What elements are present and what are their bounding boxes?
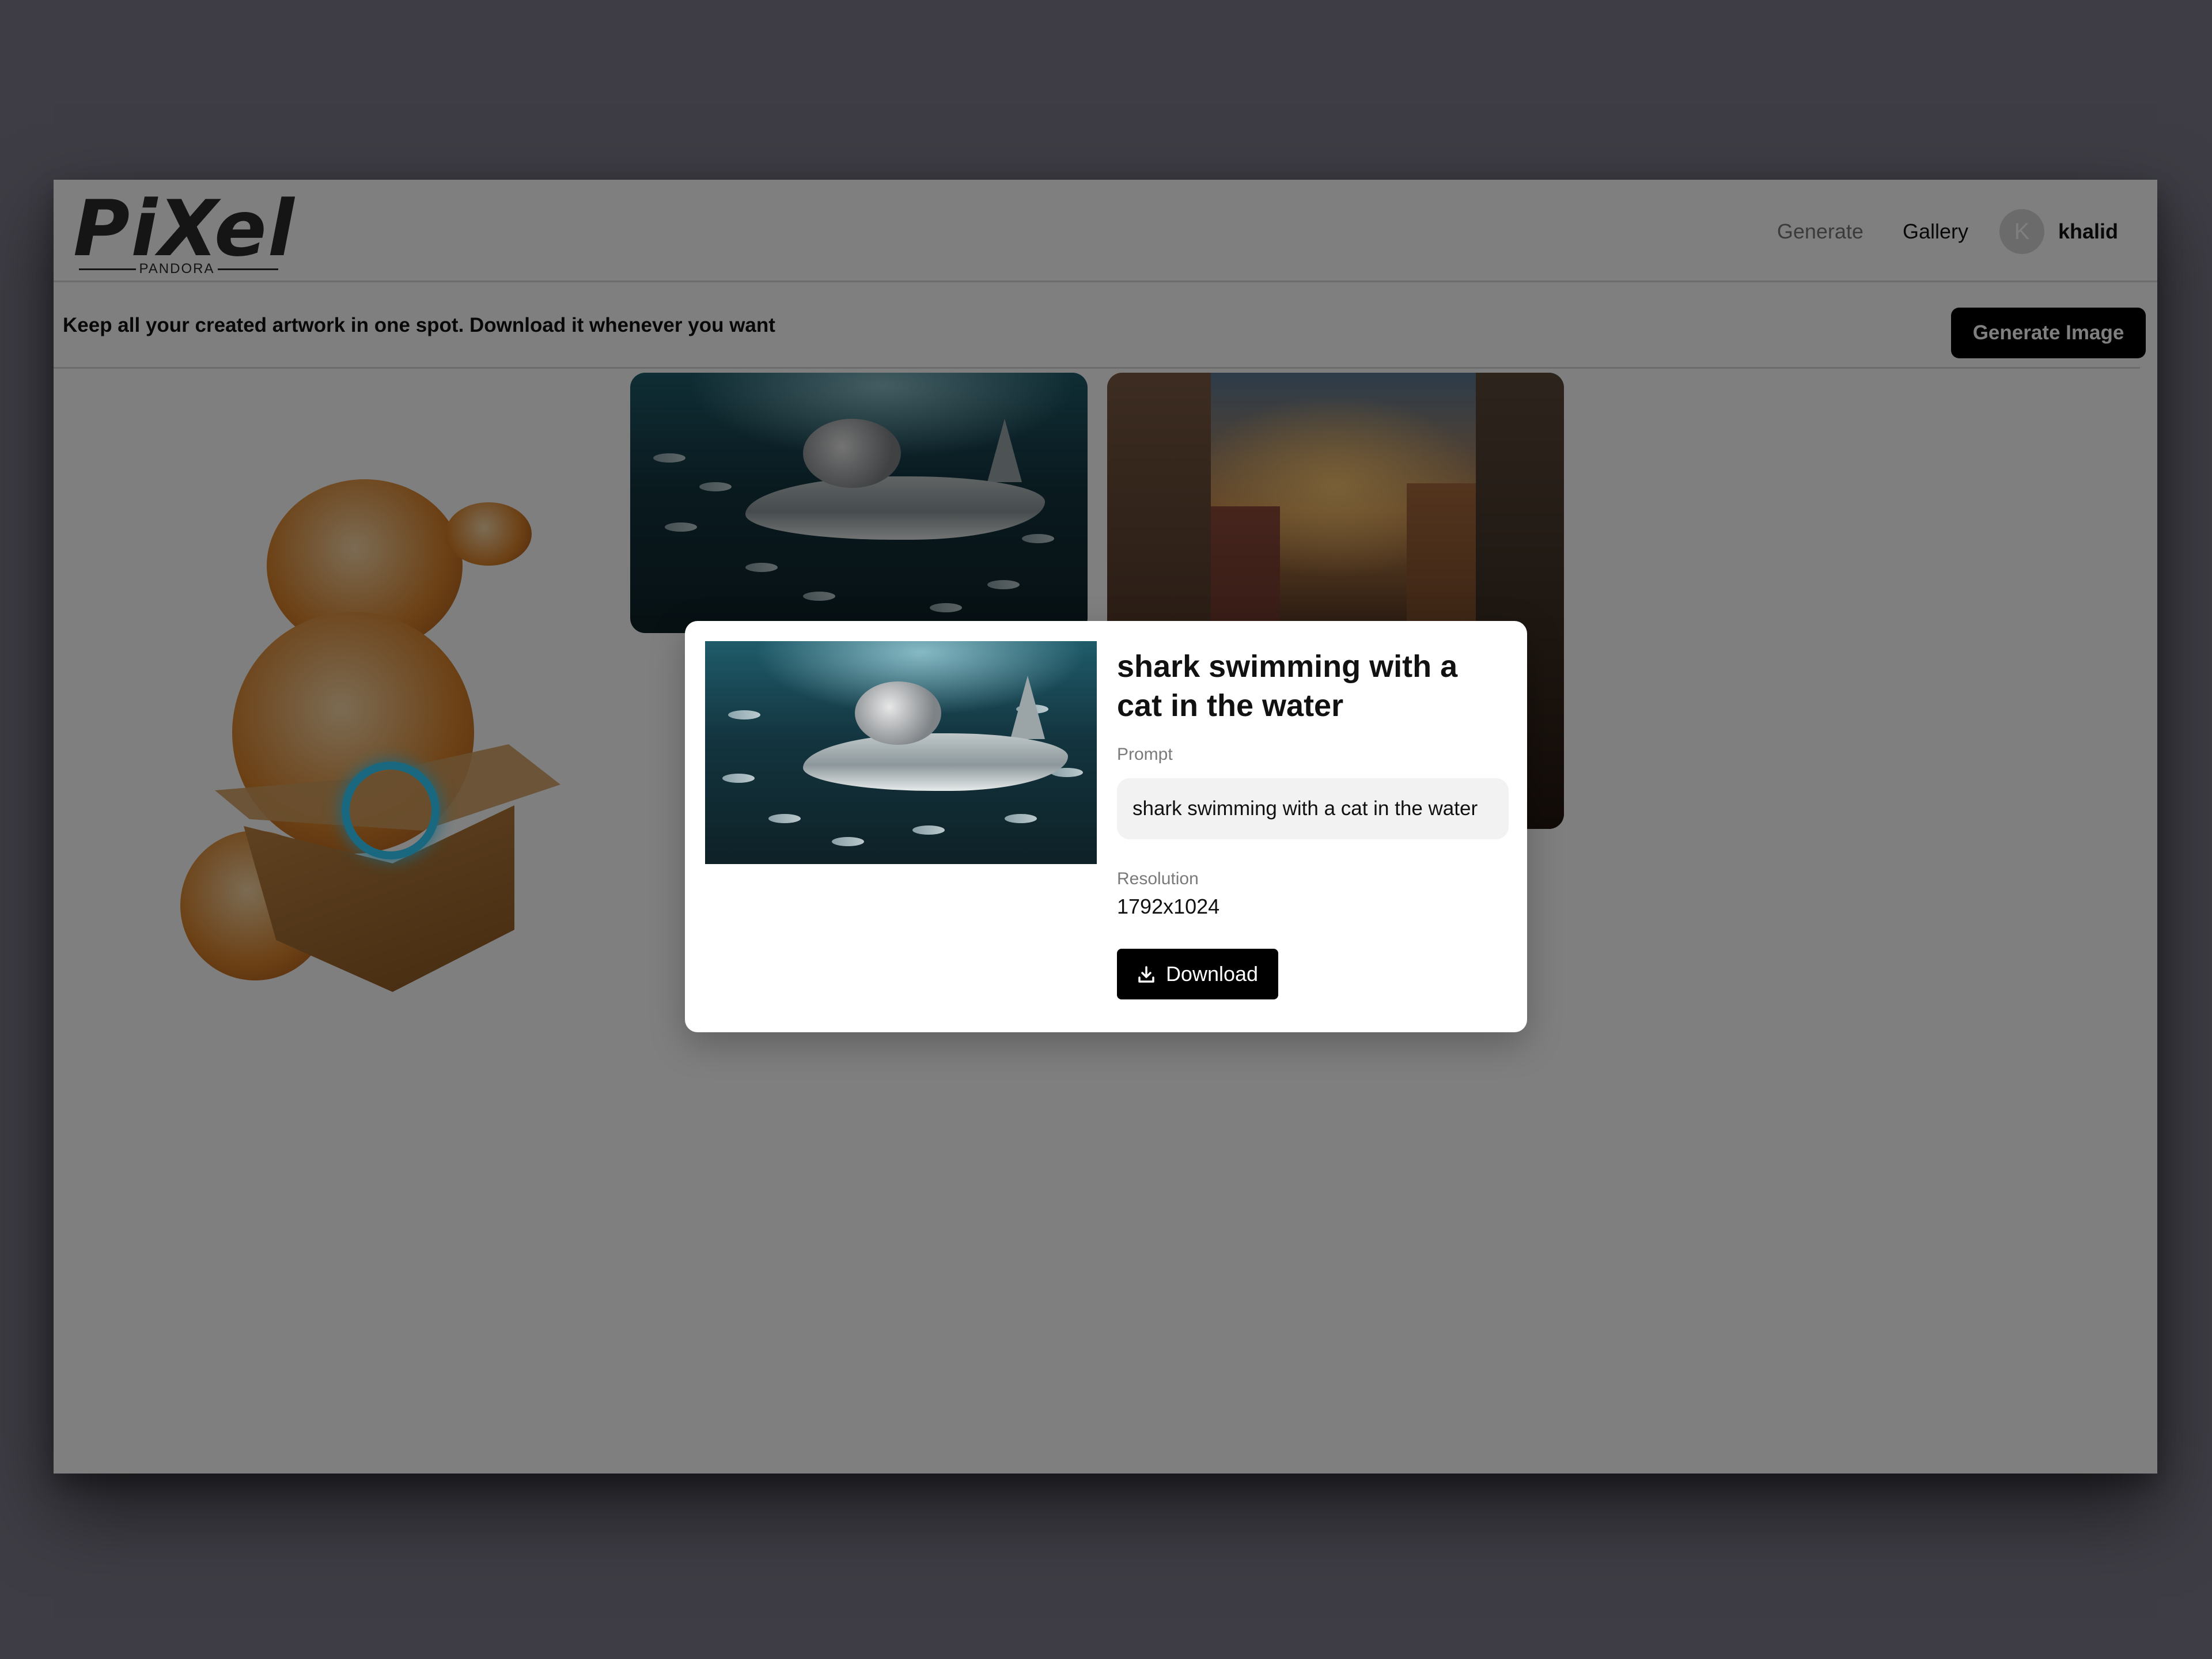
modal-details: shark swimming with a cat in the water P… bbox=[1117, 647, 1509, 999]
download-label: Download bbox=[1165, 962, 1259, 986]
resolution-label: Resolution bbox=[1117, 869, 1199, 888]
modal-title: shark swimming with a cat in the water bbox=[1117, 649, 1458, 723]
prompt-label: Prompt bbox=[1117, 745, 1173, 764]
app-window: PiXel PANDORA Generate Gallery K khalid … bbox=[54, 180, 2157, 1474]
resolution-value: 1792x1024 bbox=[1117, 895, 1220, 918]
prompt-value: shark swimming with a cat in the water bbox=[1117, 778, 1509, 839]
download-icon bbox=[1137, 965, 1156, 983]
download-button[interactable]: Download bbox=[1117, 949, 1278, 999]
image-detail-modal: shark swimming with a cat in the water P… bbox=[685, 621, 1527, 1032]
modal-image-preview bbox=[705, 641, 1097, 864]
